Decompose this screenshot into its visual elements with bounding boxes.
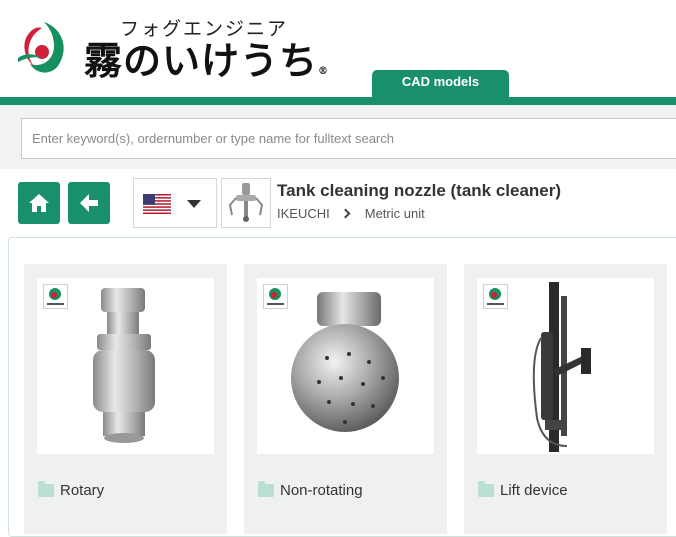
category-card-rotary[interactable]: Rotary xyxy=(24,264,227,534)
chevron-right-icon xyxy=(340,208,351,219)
home-button[interactable] xyxy=(18,182,60,224)
home-icon xyxy=(29,194,49,212)
tab-cad-models[interactable]: CAD models xyxy=(372,70,509,98)
card-label-text: Lift device xyxy=(500,482,568,499)
header-divider xyxy=(0,97,676,105)
arrow-left-icon xyxy=(80,194,98,212)
breadcrumb-item-ikeuchi[interactable]: IKEUCHI xyxy=(277,206,330,221)
folder-icon xyxy=(478,481,494,497)
category-card-lift-device[interactable]: Lift device xyxy=(464,264,667,534)
folder-icon xyxy=(258,481,274,497)
card-label[interactable]: Lift device xyxy=(478,481,568,499)
ikeuchi-badge-icon xyxy=(483,284,508,309)
card-label-text: Non-rotating xyxy=(280,482,363,499)
card-image xyxy=(477,278,654,454)
tank-cleaner-thumbnail-icon xyxy=(228,183,264,222)
ikeuchi-logo-icon[interactable] xyxy=(14,18,74,78)
us-flag-icon xyxy=(143,194,171,214)
language-selector[interactable] xyxy=(133,178,217,228)
ikeuchi-badge-icon xyxy=(263,284,288,309)
category-nav: Tank cleaning nozzle (tank cleaner) IKEU… xyxy=(0,169,676,237)
site-header: フォグエンジニア 霧のいけうち® CAD models xyxy=(0,0,676,98)
search-bar xyxy=(0,105,676,169)
folder-icon xyxy=(38,481,54,497)
logo-wordmark-text: 霧のいけうち xyxy=(84,38,319,83)
category-card-non-rotating[interactable]: Non-rotating xyxy=(244,264,447,534)
card-label[interactable]: Rotary xyxy=(38,481,105,499)
card-label-text: Rotary xyxy=(60,482,105,499)
card-label[interactable]: Non-rotating xyxy=(258,481,363,499)
ikeuchi-badge-icon xyxy=(43,284,68,309)
category-thumbnail xyxy=(221,178,271,228)
card-image xyxy=(257,278,434,454)
search-input[interactable] xyxy=(21,118,676,159)
logo-wordmark[interactable]: 霧のいけうち® xyxy=(84,30,329,85)
back-button[interactable] xyxy=(68,182,110,224)
breadcrumb: IKEUCHI Metric unit xyxy=(277,206,425,221)
page-title: Tank cleaning nozzle (tank cleaner) xyxy=(277,181,562,200)
chevron-down-icon xyxy=(187,200,201,208)
breadcrumb-item-metric-unit[interactable]: Metric unit xyxy=(365,206,425,221)
card-image xyxy=(37,278,214,454)
registered-mark: ® xyxy=(318,66,330,77)
